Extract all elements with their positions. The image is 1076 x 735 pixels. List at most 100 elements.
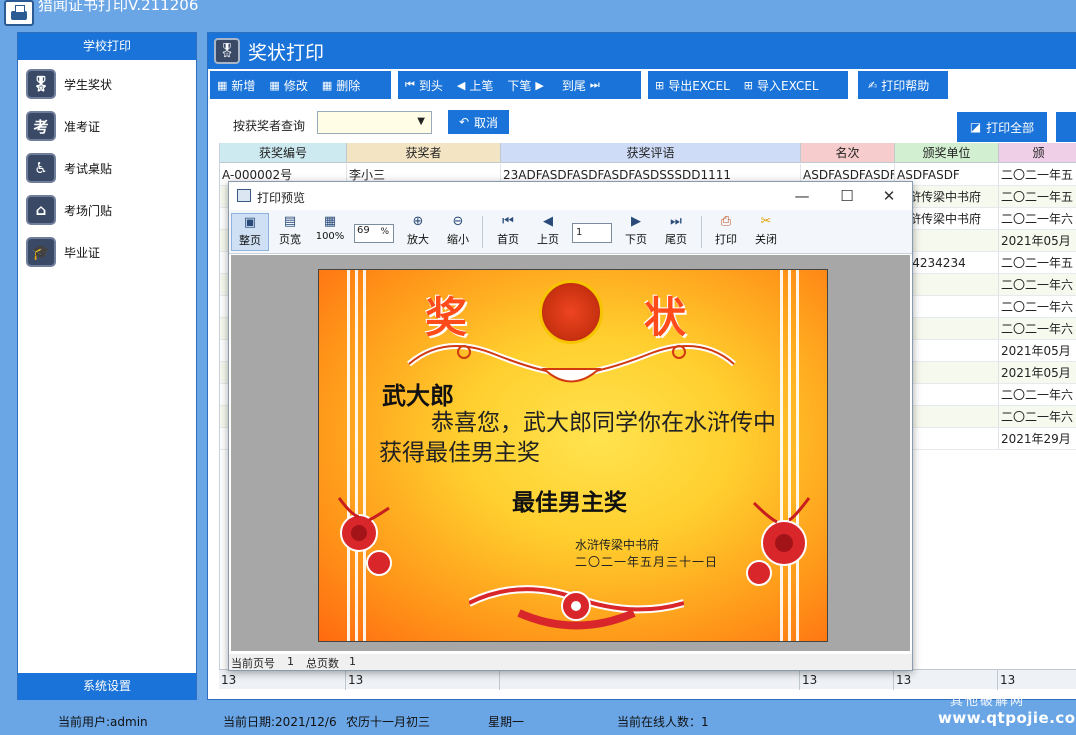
print-help-button[interactable]: ✍ 打印帮助 bbox=[858, 71, 936, 99]
preview-toolbar: ▣ 整页 ▤ 页宽 ▦ 100% 69% ⊕ 放大 ⊖ 缩小 ⏮ 首页 ◀ 上页 1 ▶ 下页 … bbox=[229, 210, 912, 254]
maximize-button[interactable]: ☐ bbox=[827, 184, 867, 208]
total-pages-value: 1 bbox=[349, 655, 356, 668]
zoom-input[interactable]: 69% bbox=[354, 224, 394, 243]
close-icon: ✕ bbox=[882, 187, 896, 205]
app-titlebar: 猎闻证书打印V.211206 bbox=[0, 0, 1076, 30]
fit-page-button[interactable]: ▣ 整页 bbox=[231, 213, 269, 251]
sidebar-item-student-award[interactable]: 🎖 学生奖状 bbox=[26, 66, 191, 102]
sidebar-item-door-sticker[interactable]: ⌂ 考场门贴 bbox=[26, 192, 191, 228]
main-header: 🎖 奖状打印 bbox=[208, 33, 1076, 69]
first-record-button[interactable]: ⏮ 到头 bbox=[398, 71, 450, 99]
table-cell[interactable]: 2021年29月 bbox=[999, 428, 1076, 450]
total-pages-label: 总页数 bbox=[306, 657, 339, 670]
toolbar: ▦ 新增 ▦ 修改 ▦ 删除 ⏮ 到头 ◀ 上笔 下笔 ▶ 到尾 ⏭ ⊞ 导出EXCEL ⊞ 导入… bbox=[208, 71, 1076, 99]
footer-count bbox=[500, 670, 800, 690]
help-icon: ✍ bbox=[868, 78, 878, 92]
page-width-icon: ▤ bbox=[283, 214, 297, 229]
medal-icon: 🎖 bbox=[214, 38, 240, 64]
table-cell[interactable]: 二〇二一年六 bbox=[999, 296, 1076, 318]
table-cell[interactable]: 二〇二一年六 bbox=[999, 274, 1076, 296]
grid-icon: ▦ bbox=[321, 78, 333, 92]
close-preview-button[interactable]: ✂ 关闭 bbox=[747, 213, 785, 251]
footer-count: 13 bbox=[800, 670, 894, 690]
arrow-right-icon: ▶ bbox=[631, 214, 641, 229]
edit-group: ▦ 新增 ▦ 修改 ▦ 删除 bbox=[210, 71, 391, 99]
export-excel-button[interactable]: ⊞ 导出EXCEL bbox=[648, 71, 737, 99]
zoom-out-button[interactable]: ⊖ 缩小 bbox=[439, 213, 477, 251]
edit-button[interactable]: ▦ 修改 bbox=[262, 71, 314, 99]
ornament-top-icon bbox=[407, 343, 736, 383]
grid-icon: ▦ bbox=[269, 78, 280, 92]
last-record-button[interactable]: 到尾 ⏭ bbox=[555, 71, 611, 99]
next-page-button[interactable]: ▶ 下页 bbox=[617, 213, 655, 251]
app-title: 猎闻证书打印V.211206 bbox=[38, 0, 199, 14]
current-page-label: 当前页号 bbox=[231, 657, 275, 670]
print-button[interactable]: ⎙ 打印 bbox=[707, 213, 745, 251]
dialog-titlebar: 打印预览 — ☐ ✕ bbox=[229, 182, 912, 210]
desk-seat-icon: ♿ bbox=[26, 153, 56, 183]
prev-page-button[interactable]: ◀ 上页 bbox=[529, 213, 567, 251]
excel-export-icon: ⊞ bbox=[655, 78, 665, 92]
print-all-button[interactable]: ◪ 打印全部 bbox=[957, 112, 1047, 142]
add-button[interactable]: ▦ 新增 bbox=[210, 71, 262, 99]
sidebar-item-label: 考场门贴 bbox=[64, 203, 113, 218]
page-number-input[interactable]: 1 bbox=[572, 223, 612, 243]
more-button[interactable] bbox=[1056, 112, 1076, 142]
column-header[interactable]: 获奖编号 bbox=[220, 143, 347, 163]
table-cell[interactable]: 二〇二一年五 bbox=[999, 164, 1076, 186]
sidebar-item-desk-sticker[interactable]: ♿ 考试桌贴 bbox=[26, 150, 191, 186]
toolbar-separator bbox=[701, 216, 702, 248]
system-settings-button[interactable]: 系统设置 bbox=[18, 673, 196, 700]
import-excel-button[interactable]: ⊞ 导入EXCEL bbox=[737, 71, 826, 99]
arrow-right-icon: ▶ bbox=[535, 78, 544, 92]
last-page-button[interactable]: ⏭ 尾页 bbox=[657, 213, 695, 251]
current-user: 当前用户:admin bbox=[58, 715, 148, 729]
sidebar-item-diploma[interactable]: 🎓 毕业证 bbox=[26, 234, 191, 270]
undo-icon: ↶ bbox=[458, 115, 470, 129]
fit-width-button[interactable]: ▤ 页宽 bbox=[271, 213, 309, 251]
sidebar-header: 学校打印 bbox=[18, 33, 196, 60]
next-record-button[interactable]: 下笔 ▶ bbox=[500, 71, 554, 99]
status-bar: 当前用户:admin 当前日期:2021/12/6 农历十一月初三 星期一 当前… bbox=[0, 705, 1076, 735]
table-cell[interactable]: 2021年05月 bbox=[999, 230, 1076, 252]
cancel-button[interactable]: ↶ 取消 bbox=[448, 110, 509, 134]
watermark-url: www.qtpojie.com bbox=[938, 709, 1076, 727]
first-page-button[interactable]: ⏮ 首页 bbox=[489, 213, 527, 251]
sidebar-item-label: 学生奖状 bbox=[64, 77, 113, 92]
prev-record-button[interactable]: ◀ 上笔 bbox=[450, 71, 500, 99]
sidebar-item-label: 毕业证 bbox=[64, 245, 101, 260]
skip-first-icon: ⏮ bbox=[405, 78, 415, 91]
column-header[interactable]: 颁 bbox=[999, 143, 1076, 163]
table-cell[interactable]: 二〇二一年六 bbox=[999, 318, 1076, 340]
certificate-body: 恭喜您，武大郎同学你在水浒传中获得最佳男主奖 bbox=[379, 410, 776, 466]
footer-count: 13 bbox=[219, 670, 346, 690]
certificate-page: 奖 状 武大郎 恭喜您，武大郎同学你在水浒传中获得最佳男主奖 最佳男主奖 水浒传… bbox=[318, 269, 828, 642]
navigation-group: ⏮ 到头 ◀ 上笔 下笔 ▶ 到尾 ⏭ bbox=[398, 71, 641, 99]
sidebar-item-exam-ticket[interactable]: 考 准考证 bbox=[26, 108, 191, 144]
table-cell[interactable]: 二〇二一年五 bbox=[999, 186, 1076, 208]
column-header[interactable]: 获奖评语 bbox=[501, 143, 801, 163]
zoom-in-button[interactable]: ⊕ 放大 bbox=[399, 213, 437, 251]
winner-search-select[interactable]: ▼ bbox=[317, 111, 432, 134]
minimize-icon: — bbox=[794, 187, 810, 205]
chevron-down-icon: ▼ bbox=[417, 116, 425, 127]
minimize-button[interactable]: — bbox=[782, 184, 822, 208]
table-cell[interactable]: 二〇二一年五 bbox=[999, 252, 1076, 274]
exit-icon: ✂ bbox=[760, 214, 772, 229]
table-cell[interactable]: 2021年05月 bbox=[999, 362, 1076, 384]
table-cell[interactable]: 二〇二一年六 bbox=[999, 208, 1076, 230]
print-preview-dialog: 打印预览 — ☐ ✕ ▣ 整页 ▤ 页宽 ▦ 100% 69% ⊕ 放大 ⊖ 缩小 ⏮ 首页… bbox=[228, 181, 913, 671]
column-header[interactable]: 获奖者 bbox=[347, 143, 501, 163]
close-button[interactable]: ✕ bbox=[869, 184, 909, 208]
delete-button[interactable]: ▦ 删除 bbox=[315, 71, 367, 99]
actual-size-button[interactable]: ▦ 100% bbox=[311, 213, 349, 251]
footer-count: 13 bbox=[894, 670, 998, 690]
column-header[interactable]: 颁奖单位 bbox=[895, 143, 999, 163]
table-cell[interactable]: 二〇二一年六 bbox=[999, 406, 1076, 428]
sidebar-item-label: 考试桌贴 bbox=[64, 161, 113, 176]
zoom-in-icon: ⊕ bbox=[412, 214, 424, 229]
table-cell[interactable]: 二〇二一年六 bbox=[999, 384, 1076, 406]
column-header[interactable]: 名次 bbox=[801, 143, 895, 163]
table-cell[interactable]: 2021年05月 bbox=[999, 340, 1076, 362]
arrow-left-icon: ◀ bbox=[543, 214, 553, 229]
